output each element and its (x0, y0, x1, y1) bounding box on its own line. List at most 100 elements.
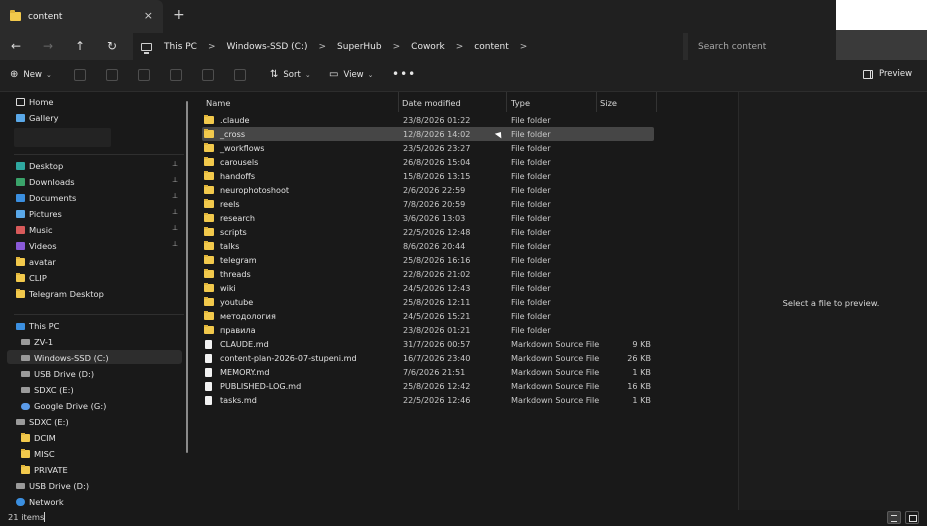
teal-icon (16, 162, 25, 170)
file-row[interactable]: MEMORY.md 7/6/2026 21:51 Markdown Source F… (202, 365, 654, 379)
file-row[interactable]: content-plan-2026-07-stupeni.md 16/7/2026… (202, 351, 654, 365)
sidebar-scrollbar[interactable] (186, 101, 188, 453)
breadcrumb-chevron-icon[interactable]: > (393, 42, 401, 52)
column-name[interactable]: Name (206, 95, 230, 111)
breadcrumb-item[interactable]: content (474, 42, 508, 52)
column-divider[interactable] (398, 92, 399, 112)
tiles-view-button[interactable] (905, 511, 919, 524)
delete-icon[interactable] (234, 69, 246, 81)
paste-icon[interactable] (138, 69, 150, 81)
file-row[interactable]: методология 24/5/2026 15:21 File folder (202, 309, 654, 323)
file-row[interactable]: handoffs 15/8/2026 13:15 File folder (202, 169, 654, 183)
file-row[interactable]: reels 7/8/2026 20:59 File folder (202, 197, 654, 211)
document-icon (205, 395, 212, 405)
file-row[interactable]: scripts 22/5/2026 12:48 File folder (202, 225, 654, 239)
up-button[interactable]: ↑ (71, 37, 89, 55)
column-size[interactable]: Size (600, 95, 617, 111)
file-row[interactable]: PUBLISHED-LOG.md 25/8/2026 12:42 Markdown … (202, 379, 654, 393)
cut-icon[interactable] (74, 69, 86, 81)
file-name: PUBLISHED-LOG.md (220, 381, 302, 391)
document-icon (205, 367, 212, 377)
breadcrumb-item[interactable]: SuperHub (337, 42, 382, 52)
file-row[interactable]: CLAUDE.md 31/7/2026 00:57 Markdown Source … (202, 337, 654, 351)
sidebar-item-dcim[interactable]: DCIM (21, 431, 56, 445)
file-row[interactable]: wiki 24/5/2026 12:43 File folder (202, 281, 654, 295)
address-row: ← → ↑ ↻ This PC > Windows-SSD (C:) > SuperHu… (0, 33, 927, 60)
file-row[interactable]: _cross 12/8/2026 14:02 File folder (202, 127, 654, 141)
sidebar-item-telegram-desktop[interactable]: Telegram Desktop (16, 287, 104, 301)
new-tab-button[interactable]: + (173, 7, 185, 23)
sidebar-item-gallery[interactable]: Gallery (16, 111, 59, 125)
sidebar-item-videos[interactable]: Videos (16, 239, 57, 253)
sidebar-item-documents[interactable]: Documents (16, 191, 76, 205)
more-options-button[interactable]: ••• (392, 67, 416, 81)
share-icon[interactable] (202, 69, 214, 81)
file-row[interactable]: talks 8/6/2026 20:44 File folder (202, 239, 654, 253)
refresh-button[interactable]: ↻ (103, 37, 121, 55)
document-icon (205, 339, 212, 349)
file-row[interactable]: carousels 26/8/2026 15:04 File folder (202, 155, 654, 169)
sidebar-item-usb-drive-d[interactable]: USB Drive (D:) (21, 367, 94, 381)
sidebar-item-pictures[interactable]: Pictures (16, 207, 62, 221)
sidebar-item-music[interactable]: Music (16, 223, 53, 237)
pin-icon: ⊥ (172, 160, 179, 168)
file-row[interactable]: youtube 25/8/2026 12:11 File folder (202, 295, 654, 309)
sort-button[interactable]: ⇅ Sort ⌄ (270, 69, 311, 80)
file-date: 7/8/2026 20:59 (403, 199, 466, 209)
close-tab-icon[interactable]: × (144, 9, 153, 22)
search-input[interactable]: Search content (688, 33, 836, 60)
file-row[interactable]: neurophotoshoot 2/6/2026 22:59 File folder (202, 183, 654, 197)
breadcrumb-item[interactable]: Windows-SSD (C:) (227, 42, 308, 52)
column-divider[interactable] (506, 92, 507, 112)
file-row[interactable]: threads 22/8/2026 21:02 File folder (202, 267, 654, 281)
column-date[interactable]: Date modified (402, 95, 461, 111)
file-name: reels (220, 199, 240, 209)
sidebar-item-sdxc-e[interactable]: SDXC (E:) (16, 415, 69, 429)
sidebar-item-this-pc[interactable]: This PC (16, 319, 59, 333)
sidebar-item-usb-drive-d[interactable]: USB Drive (D:) (16, 479, 89, 493)
sidebar-item-zv-1[interactable]: ZV-1 (21, 335, 53, 349)
file-row[interactable]: research 3/6/2026 13:03 File folder (202, 211, 654, 225)
sidebar-item-downloads[interactable]: Downloads (16, 175, 75, 189)
tab-content[interactable]: content × (0, 0, 163, 33)
file-name: tasks.md (220, 395, 257, 405)
view-button[interactable]: ▭ View ⌄ (329, 69, 374, 80)
column-divider[interactable] (596, 92, 597, 112)
copy-icon[interactable] (106, 69, 118, 81)
file-row[interactable]: _workflows 23/5/2026 23:27 File folder (202, 141, 654, 155)
forward-button[interactable]: → (39, 37, 57, 55)
breadcrumb-chevron-icon[interactable]: > (208, 42, 216, 52)
breadcrumb-chevron-icon[interactable]: > (456, 42, 464, 52)
sidebar-item-private[interactable]: PRIVATE (21, 463, 68, 477)
sidebar-item-sdxc-e[interactable]: SDXC (E:) (21, 383, 74, 397)
rename-icon[interactable] (170, 69, 182, 81)
details-view-button[interactable] (887, 511, 901, 524)
breadcrumb-item[interactable]: This PC (164, 42, 197, 52)
sidebar-item-windows-ssd-c[interactable]: Windows-SSD (C:) (21, 351, 109, 365)
breadcrumb-chevron-icon[interactable]: > (319, 42, 327, 52)
preview-button[interactable]: Preview (863, 69, 912, 79)
file-type: Markdown Source File (511, 381, 600, 391)
address-bar[interactable]: This PC > Windows-SSD (C:) > SuperHub > Cowork… (133, 33, 683, 60)
sidebar-item-clip[interactable]: CLIP (16, 271, 47, 285)
sidebar-item-misc[interactable]: MISC (21, 447, 55, 461)
file-row[interactable]: .claude 23/8/2026 01:22 File folder (202, 113, 654, 127)
column-type[interactable]: Type (511, 95, 530, 111)
folder-icon (204, 156, 214, 166)
file-row[interactable]: правила 23/8/2026 01:21 File folder (202, 323, 654, 337)
sidebar-item-avatar[interactable]: avatar (16, 255, 56, 269)
file-row[interactable]: telegram 25/8/2026 16:16 File folder (202, 253, 654, 267)
breadcrumb-chevron-icon[interactable]: > (520, 42, 528, 52)
sidebar-item-home[interactable]: Home (16, 95, 54, 109)
new-button[interactable]: ⊕ New ⌄ (10, 69, 52, 80)
file-row[interactable]: tasks.md 22/5/2026 12:46 Markdown Source F… (202, 393, 654, 407)
breadcrumb-item[interactable]: Cowork (411, 42, 445, 52)
sidebar-item-google-drive-g[interactable]: Google Drive (G:) (21, 399, 106, 413)
column-divider[interactable] (656, 92, 657, 112)
sidebar-item-network[interactable]: Network (16, 495, 64, 509)
file-size: 1 KB (632, 367, 651, 377)
file-date: 22/5/2026 12:48 (403, 227, 471, 237)
back-button[interactable]: ← (7, 37, 25, 55)
sidebar-item-label: Google Drive (G:) (34, 401, 107, 411)
sidebar-item-desktop[interactable]: Desktop (16, 159, 63, 173)
